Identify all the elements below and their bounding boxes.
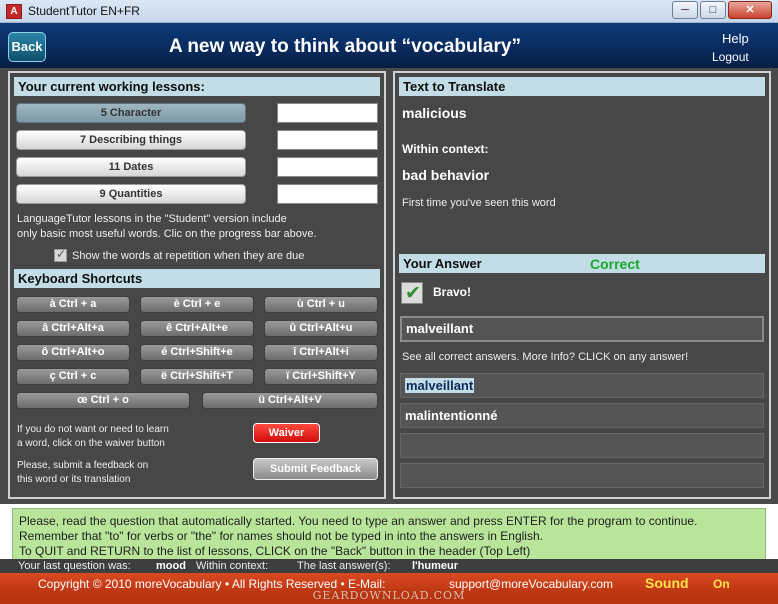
shortcut-button[interactable]: ü Ctrl+Alt+V [202, 392, 378, 409]
translate-panel: Text to Translate malicious Within conte… [393, 71, 771, 499]
last-question-label: Your last question was: [18, 560, 131, 572]
app-header: Back A new way to think about “vocabular… [0, 23, 778, 68]
last-answers-value: l'humeur [412, 560, 459, 572]
shortcut-button[interactable]: è Ctrl + e [140, 296, 254, 313]
context-text: bad behavior [402, 167, 490, 183]
shortcuts-heading: Keyboard Shortcuts [14, 269, 380, 288]
instruction-line-2: Remember that "to" for verbs or "the" fo… [19, 529, 543, 543]
answer-status: Correct [590, 256, 640, 272]
last-question-value: mood [156, 560, 186, 572]
logout-link[interactable]: Logout [712, 50, 749, 64]
translate-heading: Text to Translate [399, 77, 765, 96]
shortcut-button[interactable]: œ Ctrl + o [16, 392, 190, 409]
instruction-line-1: Please, read the question that automatic… [19, 514, 698, 528]
lesson-button[interactable]: 7 Describing things [16, 130, 246, 150]
page-title: A new way to think about “vocabulary” [169, 36, 521, 57]
waiver-text-2: a word, click on the waiver button [17, 438, 165, 449]
shortcut-button[interactable]: ç Ctrl + c [16, 368, 130, 385]
lesson-progress[interactable] [277, 157, 378, 177]
lesson-button[interactable]: 9 Quantities [16, 184, 246, 204]
last-question-bar: Your last question was: mood Within cont… [0, 559, 778, 573]
answer-option-text: malveillant [405, 378, 475, 393]
shortcut-button[interactable]: â Ctrl+Alt+a [16, 320, 130, 337]
lessons-panel: Your current working lessons: 5 Characte… [8, 71, 386, 499]
lesson-button[interactable]: 5 Character [16, 103, 246, 123]
context-label: Within context: [402, 142, 489, 156]
answer-option[interactable]: malveillant [400, 373, 764, 398]
repetition-label: Show the words at repetition when they a… [72, 250, 305, 262]
shortcut-button[interactable]: û Ctrl+Alt+u [264, 320, 378, 337]
shortcut-button[interactable]: î Ctrl+Alt+i [264, 344, 378, 361]
instruction-line-3: To QUIT and RETURN to the list of lesson… [19, 544, 531, 558]
last-context-label: Within context: [196, 560, 269, 572]
first-time-note: First time you've seen this word [402, 197, 556, 209]
shortcut-button[interactable]: à Ctrl + a [16, 296, 130, 313]
help-link[interactable]: Help [722, 31, 749, 46]
answer-input[interactable]: malveillant [400, 316, 764, 342]
answer-option[interactable] [400, 463, 764, 488]
shortcut-button[interactable]: ê Ctrl+Alt+e [140, 320, 254, 337]
correct-check-icon [401, 282, 423, 305]
window-titlebar: A StudentTutor EN+FR ─ □ ✕ [0, 0, 778, 23]
see-all-answers-note: See all correct answers. More Info? CLIC… [402, 351, 689, 363]
feedback-text-1: Please, submit a feedback on [17, 460, 149, 471]
main-area: Your current working lessons: 5 Characte… [0, 68, 778, 504]
window-title: StudentTutor EN+FR [28, 4, 140, 18]
lesson-button[interactable]: 11 Dates [16, 157, 246, 177]
close-button[interactable]: ✕ [728, 1, 772, 19]
minimize-button[interactable]: ─ [672, 1, 698, 19]
feedback-text-2: this word or its translation [17, 474, 131, 485]
shortcut-button[interactable]: ï Ctrl+Shift+Y [264, 368, 378, 385]
repetition-checkbox[interactable] [54, 247, 67, 262]
shortcut-button[interactable]: ô Ctrl+Alt+o [16, 344, 130, 361]
answer-heading: Your Answer [399, 254, 765, 273]
shortcut-button[interactable]: ù Ctrl + u [264, 296, 378, 313]
word-to-translate: malicious [402, 105, 467, 121]
lesson-progress[interactable] [277, 130, 378, 150]
lesson-progress[interactable] [277, 103, 378, 123]
lessons-note-1: LanguageTutor lessons in the "Student" v… [17, 213, 287, 225]
lesson-progress[interactable] [277, 184, 378, 204]
bravo-text: Bravo! [433, 285, 472, 299]
lessons-heading: Your current working lessons: [14, 77, 380, 96]
watermark: GEARDOWNLOAD.COM [312, 589, 466, 602]
maximize-button[interactable]: □ [700, 1, 726, 19]
waiver-text-1: If you do not want or need to learn [17, 424, 169, 435]
last-answers-label: The last answer(s): [297, 560, 391, 572]
lessons-note-2: only basic most useful words. Clic on th… [17, 228, 317, 240]
answer-option[interactable] [400, 433, 764, 458]
answer-option[interactable]: malintentionné [400, 403, 764, 428]
app-icon: A [6, 4, 22, 19]
shortcut-button[interactable]: ë Ctrl+Shift+T [140, 368, 254, 385]
shortcut-button[interactable]: é Ctrl+Shift+e [140, 344, 254, 361]
submit-feedback-button[interactable]: Submit Feedback [253, 458, 378, 480]
waiver-button[interactable]: Waiver [253, 423, 320, 443]
